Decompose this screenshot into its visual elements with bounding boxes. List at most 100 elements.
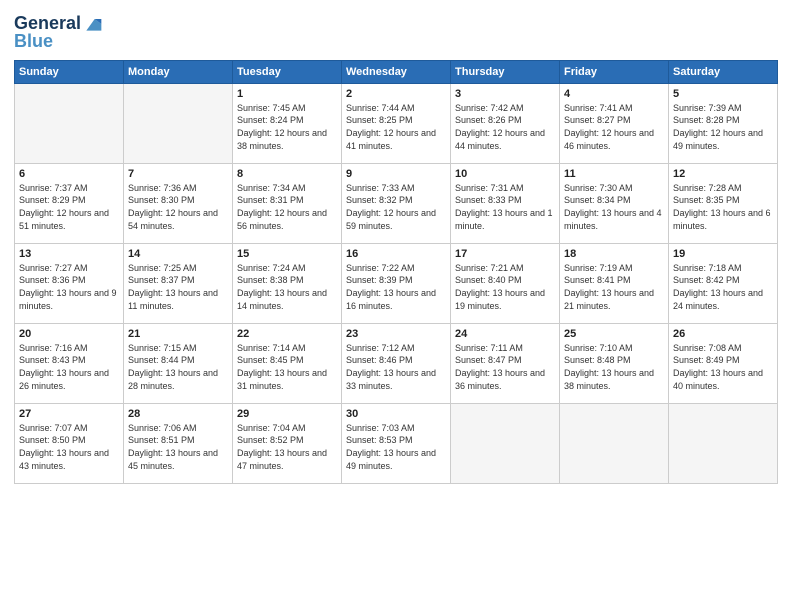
day-info: Sunrise: 7:15 AM Sunset: 8:44 PM Dayligh…	[128, 342, 228, 392]
day-info: Sunrise: 7:31 AM Sunset: 8:33 PM Dayligh…	[455, 182, 555, 232]
calendar-cell: 9Sunrise: 7:33 AM Sunset: 8:32 PM Daylig…	[342, 163, 451, 243]
calendar-cell: 2 Sunrise: 7:44 AM Sunset: 8:25 PM Daylig…	[342, 83, 451, 163]
calendar-cell	[15, 83, 124, 163]
calendar-cell: 28 Sunrise: 7:06 AM Sunset: 8:51 PM Dayli…	[124, 403, 233, 483]
day-number: 3	[455, 88, 555, 100]
calendar-cell: 24 Sunrise: 7:11 AM Sunset: 8:47 PM Dayli…	[451, 323, 560, 403]
day-number: 18	[564, 248, 664, 260]
week-row-2: 6 Sunrise: 7:37 AM Sunset: 8:29 PM Daylig…	[15, 163, 778, 243]
calendar-cell: 12 Sunrise: 7:28 AM Sunset: 8:35 PM Dayli…	[669, 163, 778, 243]
calendar-cell: 20Sunrise: 7:16 AM Sunset: 8:43 PM Dayli…	[15, 323, 124, 403]
weekday-header-thursday: Thursday	[451, 60, 560, 83]
day-info: Sunrise: 7:18 AM Sunset: 8:42 PM Dayligh…	[673, 262, 773, 312]
calendar-cell	[669, 403, 778, 483]
day-number: 12	[673, 168, 773, 180]
weekday-header-tuesday: Tuesday	[233, 60, 342, 83]
calendar-cell: 11 Sunrise: 7:30 AM Sunset: 8:34 PM Dayli…	[560, 163, 669, 243]
calendar-cell: 14 Sunrise: 7:25 AM Sunset: 8:37 PM Dayli…	[124, 243, 233, 323]
week-row-3: 13 Sunrise: 7:27 AM Sunset: 8:36 PM Dayli…	[15, 243, 778, 323]
day-info: Sunrise: 7:08 AM Sunset: 8:49 PM Dayligh…	[673, 342, 773, 392]
weekday-header-row: SundayMondayTuesdayWednesdayThursdayFrid…	[15, 60, 778, 83]
calendar-cell: 19 Sunrise: 7:18 AM Sunset: 8:42 PM Dayli…	[669, 243, 778, 323]
weekday-header-sunday: Sunday	[15, 60, 124, 83]
calendar-cell: 1 Sunrise: 7:45 AM Sunset: 8:24 PM Daylig…	[233, 83, 342, 163]
week-row-4: 20Sunrise: 7:16 AM Sunset: 8:43 PM Dayli…	[15, 323, 778, 403]
day-info: Sunrise: 7:37 AM Sunset: 8:29 PM Dayligh…	[19, 182, 119, 232]
day-number: 4	[564, 88, 664, 100]
logo-blue: Blue	[14, 32, 103, 52]
calendar-cell	[560, 403, 669, 483]
day-info: Sunrise: 7:12 AM Sunset: 8:46 PM Dayligh…	[346, 342, 446, 392]
day-number: 13	[19, 248, 119, 260]
week-row-5: 27 Sunrise: 7:07 AM Sunset: 8:50 PM Dayli…	[15, 403, 778, 483]
day-info: Sunrise: 7:06 AM Sunset: 8:51 PM Dayligh…	[128, 422, 228, 472]
day-number: 11	[564, 168, 664, 180]
day-info: Sunrise: 7:03 AM Sunset: 8:53 PM Dayligh…	[346, 422, 446, 472]
day-number: 5	[673, 88, 773, 100]
day-number: 1	[237, 88, 337, 100]
day-number: 20	[19, 328, 119, 340]
day-number: 16	[346, 248, 446, 260]
calendar: SundayMondayTuesdayWednesdayThursdayFrid…	[14, 60, 778, 484]
weekday-header-saturday: Saturday	[669, 60, 778, 83]
week-row-1: 1 Sunrise: 7:45 AM Sunset: 8:24 PM Daylig…	[15, 83, 778, 163]
day-info: Sunrise: 7:21 AM Sunset: 8:40 PM Dayligh…	[455, 262, 555, 312]
calendar-cell: 17Sunrise: 7:21 AM Sunset: 8:40 PM Dayli…	[451, 243, 560, 323]
day-info: Sunrise: 7:04 AM Sunset: 8:52 PM Dayligh…	[237, 422, 337, 472]
day-number: 22	[237, 328, 337, 340]
day-number: 7	[128, 168, 228, 180]
day-info: Sunrise: 7:33 AM Sunset: 8:32 PM Dayligh…	[346, 182, 446, 232]
day-number: 24	[455, 328, 555, 340]
day-number: 6	[19, 168, 119, 180]
calendar-cell: 13 Sunrise: 7:27 AM Sunset: 8:36 PM Dayli…	[15, 243, 124, 323]
calendar-cell: 15Sunrise: 7:24 AM Sunset: 8:38 PM Dayli…	[233, 243, 342, 323]
day-info: Sunrise: 7:14 AM Sunset: 8:45 PM Dayligh…	[237, 342, 337, 392]
calendar-cell	[451, 403, 560, 483]
day-number: 15	[237, 248, 337, 260]
calendar-cell: 23Sunrise: 7:12 AM Sunset: 8:46 PM Dayli…	[342, 323, 451, 403]
day-info: Sunrise: 7:22 AM Sunset: 8:39 PM Dayligh…	[346, 262, 446, 312]
day-number: 19	[673, 248, 773, 260]
calendar-cell: 25Sunrise: 7:10 AM Sunset: 8:48 PM Dayli…	[560, 323, 669, 403]
day-info: Sunrise: 7:28 AM Sunset: 8:35 PM Dayligh…	[673, 182, 773, 232]
logo-icon	[83, 14, 103, 34]
calendar-cell: 5 Sunrise: 7:39 AM Sunset: 8:28 PM Daylig…	[669, 83, 778, 163]
day-number: 2	[346, 88, 446, 100]
calendar-cell: 27 Sunrise: 7:07 AM Sunset: 8:50 PM Dayli…	[15, 403, 124, 483]
day-info: Sunrise: 7:44 AM Sunset: 8:25 PM Dayligh…	[346, 102, 446, 152]
day-number: 10	[455, 168, 555, 180]
calendar-cell: 30 Sunrise: 7:03 AM Sunset: 8:53 PM Dayli…	[342, 403, 451, 483]
day-info: Sunrise: 7:10 AM Sunset: 8:48 PM Dayligh…	[564, 342, 664, 392]
calendar-cell	[124, 83, 233, 163]
calendar-cell: 16 Sunrise: 7:22 AM Sunset: 8:39 PM Dayli…	[342, 243, 451, 323]
day-number: 26	[673, 328, 773, 340]
day-info: Sunrise: 7:07 AM Sunset: 8:50 PM Dayligh…	[19, 422, 119, 472]
calendar-cell: 4 Sunrise: 7:41 AM Sunset: 8:27 PM Daylig…	[560, 83, 669, 163]
header: General Blue	[14, 10, 778, 52]
day-number: 14	[128, 248, 228, 260]
day-info: Sunrise: 7:42 AM Sunset: 8:26 PM Dayligh…	[455, 102, 555, 152]
day-info: Sunrise: 7:39 AM Sunset: 8:28 PM Dayligh…	[673, 102, 773, 152]
day-number: 8	[237, 168, 337, 180]
calendar-cell: 26 Sunrise: 7:08 AM Sunset: 8:49 PM Dayli…	[669, 323, 778, 403]
calendar-cell: 6 Sunrise: 7:37 AM Sunset: 8:29 PM Daylig…	[15, 163, 124, 243]
day-info: Sunrise: 7:36 AM Sunset: 8:30 PM Dayligh…	[128, 182, 228, 232]
day-info: Sunrise: 7:34 AM Sunset: 8:31 PM Dayligh…	[237, 182, 337, 232]
calendar-cell: 3 Sunrise: 7:42 AM Sunset: 8:26 PM Daylig…	[451, 83, 560, 163]
day-number: 21	[128, 328, 228, 340]
day-info: Sunrise: 7:30 AM Sunset: 8:34 PM Dayligh…	[564, 182, 664, 232]
day-number: 27	[19, 408, 119, 420]
page: General Blue SundayMondayTuesdayWednesda…	[0, 0, 792, 612]
day-number: 28	[128, 408, 228, 420]
day-info: Sunrise: 7:25 AM Sunset: 8:37 PM Dayligh…	[128, 262, 228, 312]
weekday-header-monday: Monday	[124, 60, 233, 83]
day-info: Sunrise: 7:45 AM Sunset: 8:24 PM Dayligh…	[237, 102, 337, 152]
day-info: Sunrise: 7:41 AM Sunset: 8:27 PM Dayligh…	[564, 102, 664, 152]
calendar-cell: 8 Sunrise: 7:34 AM Sunset: 8:31 PM Daylig…	[233, 163, 342, 243]
calendar-cell: 7 Sunrise: 7:36 AM Sunset: 8:30 PM Daylig…	[124, 163, 233, 243]
day-info: Sunrise: 7:27 AM Sunset: 8:36 PM Dayligh…	[19, 262, 119, 312]
day-info: Sunrise: 7:11 AM Sunset: 8:47 PM Dayligh…	[455, 342, 555, 392]
calendar-cell: 29Sunrise: 7:04 AM Sunset: 8:52 PM Dayli…	[233, 403, 342, 483]
day-number: 30	[346, 408, 446, 420]
calendar-cell: 10 Sunrise: 7:31 AM Sunset: 8:33 PM Dayli…	[451, 163, 560, 243]
